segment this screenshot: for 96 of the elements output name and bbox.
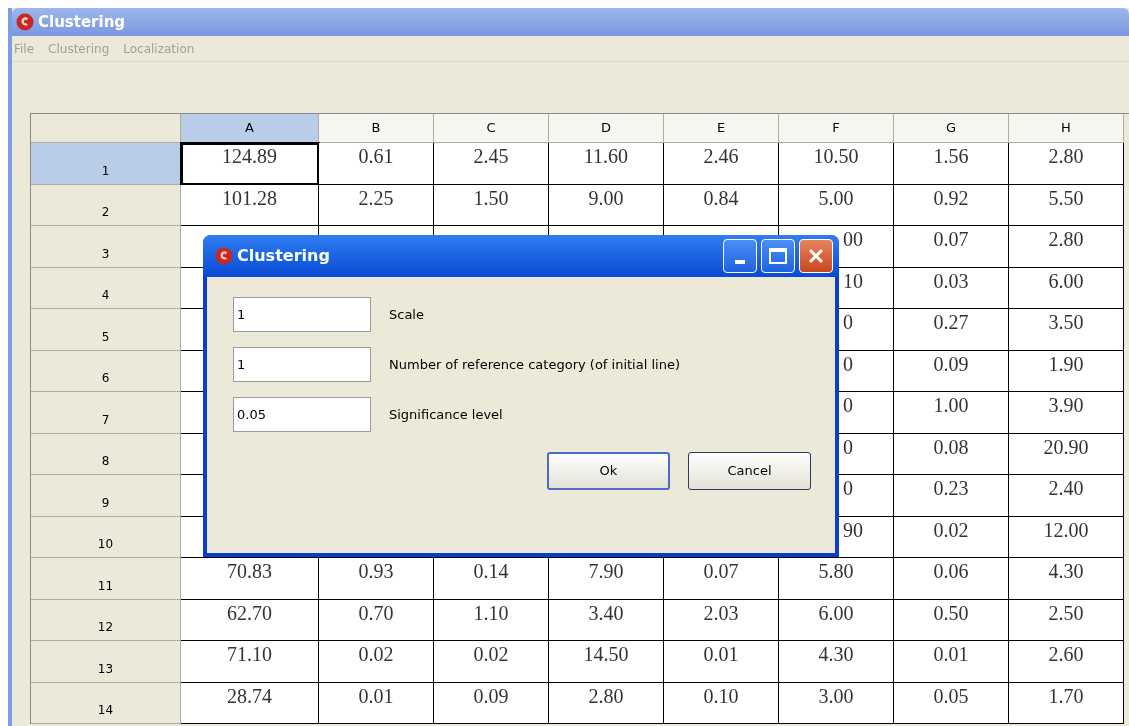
row-header[interactable]: 12 xyxy=(31,599,181,641)
table-cell: 0.23 xyxy=(894,475,1009,517)
table-cell: 1.10 xyxy=(434,599,549,641)
table-cell: 7.90 xyxy=(549,558,664,600)
table-cell: 2.80 xyxy=(1009,143,1124,185)
field-label: Number of reference category (of initial line) xyxy=(389,355,680,374)
row-header[interactable]: 2 xyxy=(31,184,181,226)
table-cell: 2.25 xyxy=(319,184,434,226)
table-cell: 3.40 xyxy=(549,599,664,641)
table-cell: 9.00 xyxy=(549,184,664,226)
row-header[interactable]: 9 xyxy=(31,475,181,517)
table-cell: 0.02 xyxy=(434,641,549,683)
table-cell: 14.50 xyxy=(549,641,664,683)
field-label: Significance level xyxy=(389,405,503,424)
column-header[interactable]: G xyxy=(894,114,1009,143)
row-header[interactable]: 7 xyxy=(31,392,181,434)
table-cell: 2.60 xyxy=(1009,641,1124,683)
table-cell: 1.50 xyxy=(434,184,549,226)
table-cell: 0.05 xyxy=(894,682,1009,724)
row-header[interactable]: 6 xyxy=(31,350,181,392)
table-cell: 0.07 xyxy=(664,558,779,600)
table-cell: 0.93 xyxy=(319,558,434,600)
table-cell: 2.50 xyxy=(1009,599,1124,641)
row-header[interactable]: 13 xyxy=(31,641,181,683)
table-cell: 0.01 xyxy=(319,682,434,724)
table-cell: 1.90 xyxy=(1009,350,1124,392)
table-cell: 0.84 xyxy=(664,184,779,226)
table-cell: 11.60 xyxy=(549,143,664,185)
row-header[interactable]: 14 xyxy=(31,682,181,724)
table-cell: 101.28 xyxy=(181,184,319,226)
table-cell: 71.10 xyxy=(181,641,319,683)
table-cell: 12.00 xyxy=(1009,516,1124,558)
table-cell: 0.02 xyxy=(894,516,1009,558)
table-cell: 4.30 xyxy=(1009,558,1124,600)
column-header[interactable]: H xyxy=(1009,114,1124,143)
column-header[interactable]: B xyxy=(319,114,434,143)
table-cell: 3.90 xyxy=(1009,392,1124,434)
table-cell: 1.70 xyxy=(1009,682,1124,724)
column-header[interactable]: C xyxy=(434,114,549,143)
row-header[interactable]: 3 xyxy=(31,226,181,268)
table-cell: 0.92 xyxy=(894,184,1009,226)
table-cell: 1.56 xyxy=(894,143,1009,185)
dialog-title: Clustering xyxy=(237,245,330,267)
table-cell: 2.03 xyxy=(664,599,779,641)
table-cell: 70.83 xyxy=(181,558,319,600)
table-cell: 0.70 xyxy=(319,599,434,641)
table-cell: 0.01 xyxy=(664,641,779,683)
column-header[interactable]: D xyxy=(549,114,664,143)
table-cell: 124.89 xyxy=(181,143,319,185)
table-cell: 3.50 xyxy=(1009,309,1124,351)
table-cell: 2.80 xyxy=(549,682,664,724)
table-cell: 0.10 xyxy=(664,682,779,724)
text-field[interactable]: 1 xyxy=(233,297,371,332)
table-cell: 1.00 xyxy=(894,392,1009,434)
table-cell: 0.14 xyxy=(434,558,549,600)
table-cell: 2.80 xyxy=(1009,226,1124,268)
row-header[interactable]: 1 xyxy=(31,143,181,185)
table-cell: 6.00 xyxy=(1009,267,1124,309)
table-cell: 6.00 xyxy=(779,599,894,641)
row-header[interactable]: 4 xyxy=(31,267,181,309)
column-header[interactable]: E xyxy=(664,114,779,143)
row-header[interactable]: 11 xyxy=(31,558,181,600)
table-cell: 20.90 xyxy=(1009,433,1124,475)
table-cell: 0.07 xyxy=(894,226,1009,268)
table-cell: 3.00 xyxy=(779,682,894,724)
table-cell: 5.50 xyxy=(1009,184,1124,226)
table-cell: 0.02 xyxy=(319,641,434,683)
table-cell: 5.80 xyxy=(779,558,894,600)
row-header[interactable]: 8 xyxy=(31,433,181,475)
table-cell: 0.09 xyxy=(894,350,1009,392)
row-header[interactable]: 10 xyxy=(31,516,181,558)
table-cell: 5.00 xyxy=(779,184,894,226)
table-cell: 62.70 xyxy=(181,599,319,641)
column-header[interactable]: F xyxy=(779,114,894,143)
table-cell: 4.30 xyxy=(779,641,894,683)
table-cell: 0.06 xyxy=(894,558,1009,600)
column-header[interactable]: A xyxy=(181,114,319,143)
table-cell: 0.08 xyxy=(894,433,1009,475)
dialog-button[interactable]: Ok xyxy=(547,452,670,490)
table-cell: 2.46 xyxy=(664,143,779,185)
table-cell: 0.03 xyxy=(894,267,1009,309)
table-cell: 0.27 xyxy=(894,309,1009,351)
table-cell: 10.50 xyxy=(779,143,894,185)
table-cell: 0.09 xyxy=(434,682,549,724)
table-cell: 2.40 xyxy=(1009,475,1124,517)
text-field[interactable]: 0.05 xyxy=(233,397,371,432)
dialog-button[interactable]: Cancel xyxy=(688,452,811,490)
table-cell: 0.50 xyxy=(894,599,1009,641)
window-title: Clustering xyxy=(38,11,126,33)
table-cell: 2.45 xyxy=(434,143,549,185)
table-cell: 0.61 xyxy=(319,143,434,185)
row-header[interactable]: 5 xyxy=(31,309,181,351)
field-label: Scale xyxy=(389,305,424,324)
table-cell: 0.01 xyxy=(894,641,1009,683)
table-cell: 28.74 xyxy=(181,682,319,724)
text-field[interactable]: 1 xyxy=(233,347,371,382)
